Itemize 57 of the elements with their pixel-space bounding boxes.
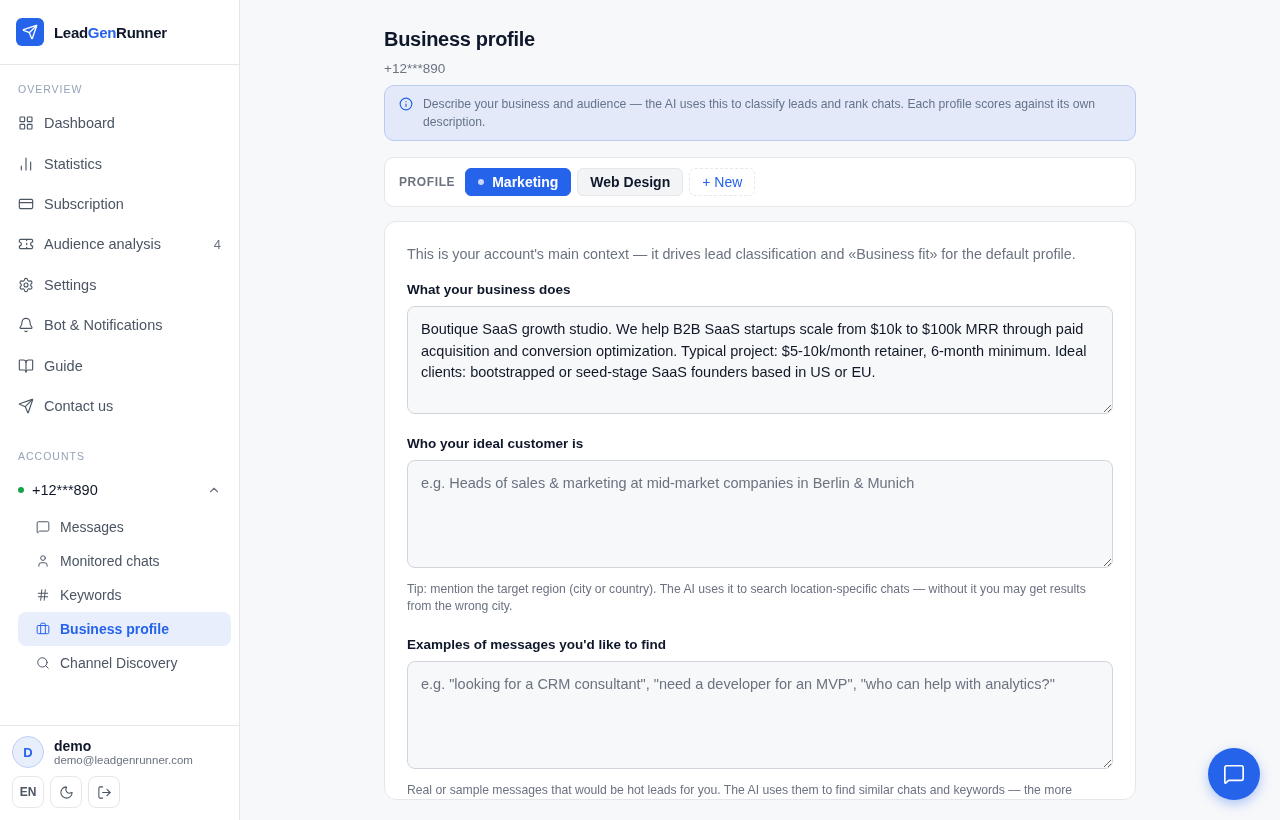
- settings-icon: [18, 276, 34, 293]
- nav-item[interactable]: Channel Discovery: [18, 646, 231, 681]
- logout-button[interactable]: [88, 776, 120, 808]
- new-profile-button[interactable]: + New: [689, 168, 756, 196]
- text-area[interactable]: Boutique SaaS growth studio. We help B2B SaaS startups scale from $10k to $100k MRR through paid acquisition and conversion optimization. Typical project: $5-10k/month retainer, 6-month minimum. Ideal clients: bootstrapped or seed-stage SaaS founders based in US or EU.: [407, 306, 1113, 414]
- logout-icon: [96, 784, 112, 800]
- user-email: demo@leadgenrunner.com: [54, 754, 193, 766]
- page-subtitle: +12***890: [384, 61, 447, 76]
- section-heading: ACCOUNTS: [17, 449, 86, 465]
- profile-tab[interactable]: Web Design: [577, 168, 684, 196]
- nav-item[interactable]: Monitored chats: [18, 544, 231, 579]
- avatar: D: [12, 736, 44, 768]
- brand-name: LeadGenRunner: [54, 23, 167, 41]
- nav-item[interactable]: Subscription: [8, 183, 231, 225]
- field-hint: Real or sample messages that would be hot leads for you. The AI uses them to find similar chats and keywords — the more: [407, 782, 1073, 799]
- language-button[interactable]: EN: [12, 776, 44, 808]
- chat-icon: [1223, 763, 1245, 785]
- chat-button[interactable]: [1208, 748, 1260, 800]
- nav-item[interactable]: Statistics: [8, 143, 231, 184]
- hash-icon: [36, 588, 50, 603]
- nav-item[interactable]: Guide: [8, 345, 231, 386]
- field-label: Who your ideal customer is: [407, 436, 585, 451]
- search-icon: [36, 656, 50, 671]
- section-heading: OVERVIEW: [17, 82, 84, 97]
- user-name: demo: [54, 738, 93, 754]
- book-icon: [18, 357, 34, 374]
- nav-item[interactable]: Bot & Notifications: [8, 304, 231, 346]
- briefcase-icon: [36, 622, 50, 637]
- text-area[interactable]: e.g. Heads of sales & marketing at mid-market companies in Berlin & Munich: [407, 460, 1113, 568]
- text-area[interactable]: e.g. "looking for a CRM consultant", "need a developer for an MVP", "who can help with analytics?": [407, 661, 1113, 769]
- profile-tab[interactable]: Marketing: [465, 168, 572, 196]
- notice-text: Describe your business and audience — the AI uses this to classify leads and rank chats. Each profile scores against its own description.: [423, 96, 1097, 131]
- person-icon: [36, 554, 50, 569]
- account-item[interactable]: +12***890: [8, 470, 231, 511]
- speech-bubble-icon: [36, 520, 50, 535]
- nav-item[interactable]: Audience analysis 4: [8, 224, 231, 265]
- nav-item[interactable]: Business profile: [18, 612, 231, 647]
- intro-text: This is your account's main context — it drives lead classification and «Business fit» for the default profile.: [407, 246, 1077, 262]
- nav-item[interactable]: Settings: [8, 264, 231, 305]
- info-icon: [399, 97, 413, 111]
- paper-plane-icon: [18, 397, 34, 414]
- grid-icon: [18, 115, 34, 132]
- bell-icon: [18, 317, 34, 334]
- moon-icon: [58, 784, 74, 800]
- nav-item[interactable]: Keywords: [18, 578, 231, 613]
- field-label: Examples of messages you'd like to find: [407, 637, 668, 652]
- count-label: 4: [213, 236, 221, 252]
- nav-item[interactable]: Dashboard: [8, 103, 231, 144]
- profile-label: PROFILE: [399, 175, 456, 189]
- nav-item[interactable]: Messages: [18, 510, 231, 545]
- page-title: Business profile: [384, 28, 536, 51]
- bar-chart-icon: [18, 155, 34, 172]
- field-label: What your business does: [407, 282, 572, 297]
- theme-button[interactable]: [50, 776, 82, 808]
- nav-item[interactable]: Contact us: [8, 385, 231, 427]
- logo-icon: [16, 18, 44, 46]
- field-hint: Tip: mention the target region (city or country). The AI uses it to search location-specific chats — without it you may get results from the wrong city.: [407, 581, 1087, 615]
